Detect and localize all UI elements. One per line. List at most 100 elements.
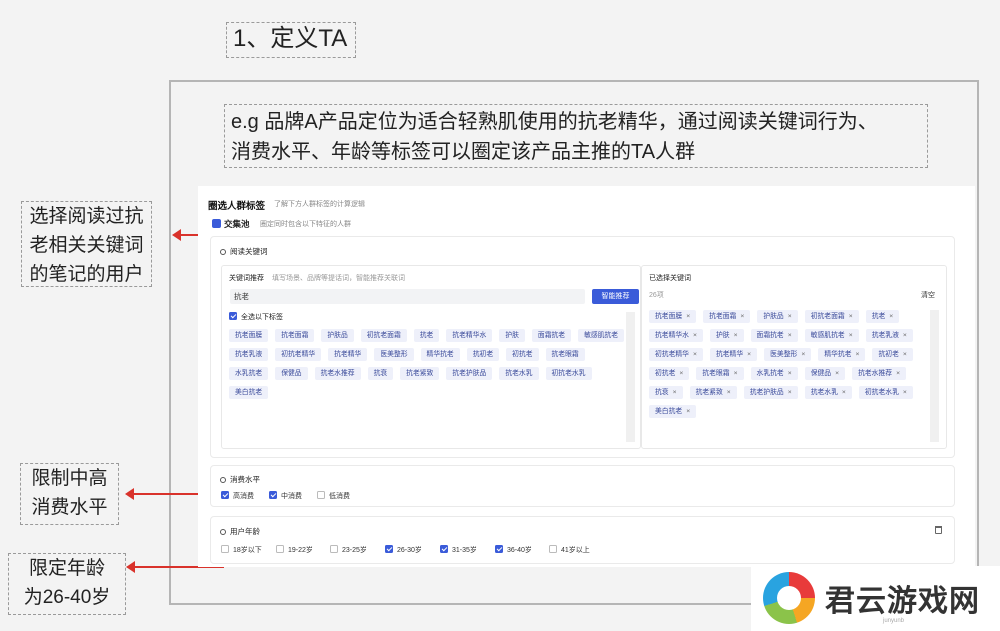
selected-keyword-tag[interactable]: 抗老精华 × — [709, 348, 758, 361]
keyword-tag[interactable]: 抗老水推荐 — [314, 367, 361, 380]
intersection-pool-label[interactable]: 交集池 — [212, 218, 250, 230]
keyword-tag[interactable]: 护肤品 — [321, 329, 354, 342]
selected-keyword-tag[interactable]: 抗老面膜 × — [649, 310, 697, 323]
trash-icon[interactable] — [935, 526, 942, 534]
remove-icon[interactable]: × — [849, 313, 853, 320]
selected-keyword-tag[interactable]: 水乳抗老 × — [750, 367, 798, 380]
age-option-checkbox[interactable]: 41岁以上 — [549, 545, 590, 555]
keyword-tag[interactable]: 敏感肌抗老 — [578, 329, 625, 342]
keyword-tag[interactable]: 初抗老精华 — [275, 348, 322, 361]
keyword-tag[interactable]: 护肤 — [499, 329, 525, 342]
scrollbar[interactable] — [930, 310, 939, 442]
remove-icon[interactable]: × — [673, 389, 677, 396]
selected-keyword-tag[interactable]: 抗老眼霜 × — [696, 367, 744, 380]
keyword-tag[interactable]: 初抗老水乳 — [545, 367, 592, 380]
remove-icon[interactable]: × — [849, 332, 853, 339]
keyword-tag[interactable]: 初抗老 — [506, 348, 539, 361]
remove-icon[interactable]: × — [693, 351, 697, 358]
selected-keyword-tag[interactable]: 医美整形 × — [764, 348, 812, 361]
selected-keyword-label: 初抗老面霜 — [810, 313, 845, 320]
smart-recommend-button[interactable]: 智能推荐 — [592, 289, 639, 304]
age-option-checkbox[interactable]: 36-40岁 — [495, 545, 532, 555]
clear-button[interactable]: 清空 — [921, 290, 935, 300]
remove-icon[interactable]: × — [903, 351, 907, 358]
selected-keyword-tag[interactable]: 抗初老 × — [872, 348, 913, 361]
consumption-option-checkbox[interactable]: 低消费 — [317, 491, 350, 501]
selected-keyword-tag[interactable]: 抗老面霜 × — [703, 310, 751, 323]
keyword-tag[interactable]: 抗老面霜 — [275, 329, 315, 342]
selected-keyword-tag[interactable]: 抗老水乳 × — [804, 386, 852, 399]
keyword-tag[interactable]: 美白抗老 — [229, 386, 269, 399]
remove-icon[interactable]: × — [686, 408, 690, 415]
age-option-checkbox[interactable]: 31-35岁 — [440, 545, 477, 555]
remove-icon[interactable]: × — [801, 351, 805, 358]
selected-keyword-tag[interactable]: 抗老水推荐 × — [852, 367, 907, 380]
age-option-checkbox[interactable]: 19-22岁 — [276, 545, 313, 555]
remove-icon[interactable]: × — [903, 389, 907, 396]
selected-keyword-tag[interactable]: 抗老精华水 × — [649, 329, 703, 342]
remove-icon[interactable]: × — [679, 370, 683, 377]
remove-icon[interactable]: × — [734, 370, 738, 377]
remove-icon[interactable]: × — [856, 351, 860, 358]
age-option-checkbox[interactable]: 18岁以下 — [221, 545, 262, 555]
consumption-option-checkbox[interactable]: 高消费 — [221, 491, 254, 501]
remove-icon[interactable]: × — [835, 370, 839, 377]
remove-icon[interactable]: × — [686, 313, 690, 320]
remove-icon[interactable]: × — [740, 313, 744, 320]
remove-icon[interactable]: × — [903, 332, 907, 339]
remove-icon[interactable]: × — [727, 389, 731, 396]
keyword-tag[interactable]: 医美整形 — [374, 348, 414, 361]
remove-icon[interactable]: × — [788, 332, 792, 339]
keyword-tag[interactable]: 抗老精华 — [328, 348, 368, 361]
remove-icon[interactable]: × — [889, 313, 893, 320]
keyword-tag[interactable]: 抗老眼霜 — [545, 348, 585, 361]
age-option-checkbox[interactable]: 23-25岁 — [330, 545, 367, 555]
keyword-tag[interactable]: 水乳抗老 — [229, 367, 269, 380]
selected-keyword-tag[interactable]: 面霜抗老 × — [750, 329, 798, 342]
remove-icon[interactable]: × — [734, 332, 738, 339]
selected-keyword-tag[interactable]: 护肤品 × — [757, 310, 798, 323]
keyword-tag[interactable]: 初抗老面霜 — [360, 329, 407, 342]
keyword-tag[interactable]: 面霜抗老 — [531, 329, 572, 342]
keyword-tag[interactable]: 抗老 — [413, 329, 440, 342]
keyword-tag[interactable]: 抗衰 — [367, 367, 394, 380]
keyword-tag[interactable]: 精华抗老 — [420, 348, 460, 361]
remove-icon[interactable]: × — [842, 389, 846, 396]
selected-keyword-tag[interactable]: 抗老紧致 × — [689, 386, 737, 399]
keyword-tag[interactable]: 抗老紧致 — [400, 367, 440, 380]
consumption-option-checkbox[interactable]: 中消费 — [269, 491, 302, 501]
selected-keyword-tag[interactable]: 初抗老水乳 × — [858, 386, 913, 399]
selected-keyword-tag[interactable]: 抗衰 × — [649, 386, 683, 399]
selected-keyword-tag[interactable]: 敏感肌抗老 × — [804, 329, 859, 342]
selected-keyword-tag[interactable]: 初抗老面霜 × — [804, 310, 859, 323]
remove-icon[interactable]: × — [788, 313, 792, 320]
remove-icon[interactable]: × — [788, 370, 792, 377]
remove-icon[interactable]: × — [693, 332, 697, 339]
keyword-tag[interactable]: 抗初老 — [466, 348, 500, 361]
keyword-tag[interactable]: 抗老乳液 — [229, 348, 269, 361]
selected-keyword-label: 保健品 — [810, 370, 832, 377]
selected-keyword-tag[interactable]: 初抗老精华 × — [649, 348, 703, 361]
keyword-tag[interactable]: 抗老水乳 — [499, 367, 539, 380]
selected-keyword-tag[interactable]: 保健品 × — [804, 367, 846, 380]
keyword-tag[interactable]: 抗老精华水 — [446, 329, 493, 342]
scrollbar[interactable] — [626, 312, 635, 442]
age-option-checkbox[interactable]: 26-30岁 — [385, 545, 422, 555]
remove-icon[interactable]: × — [747, 351, 751, 358]
selected-keyword-tag[interactable]: 美白抗老 × — [649, 405, 697, 418]
keyword-tag[interactable]: 抗老面膜 — [229, 329, 269, 342]
keyword-search-input[interactable]: 抗老 — [230, 289, 585, 304]
selected-keyword-tag[interactable]: 护肤 × — [709, 329, 744, 342]
panel-header-hint[interactable]: 了解下方人群标签的计算逻辑 — [274, 199, 365, 209]
selected-keyword-tag[interactable]: 抗老乳液 × — [865, 329, 913, 342]
selected-keyword-tag[interactable]: 抗老 × — [865, 310, 900, 323]
selected-keyword-tag[interactable]: 抗老护肤品 × — [743, 386, 798, 399]
selected-keyword-tag[interactable]: 初抗老 × — [649, 367, 690, 380]
remove-icon[interactable]: × — [788, 389, 792, 396]
keyword-tag[interactable]: 保健品 — [275, 367, 308, 380]
remove-icon[interactable]: × — [896, 370, 900, 377]
select-all-label: 全选以下标签 — [241, 314, 283, 321]
select-all-checkbox[interactable]: 全选以下标签 — [229, 312, 283, 322]
selected-keyword-tag[interactable]: 精华抗老 × — [818, 348, 866, 361]
keyword-tag[interactable]: 抗老护肤品 — [446, 367, 493, 380]
